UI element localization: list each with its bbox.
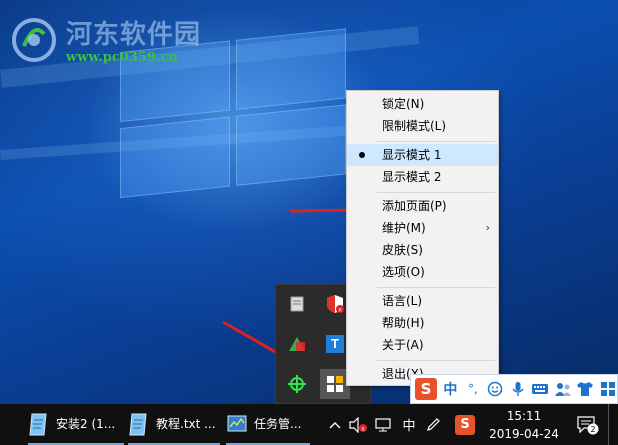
show-desktop-divider (608, 404, 609, 445)
microphone-icon[interactable] (509, 379, 527, 399)
grid-icon[interactable] (599, 379, 617, 399)
menu-item-label: 显示模式 1 (382, 148, 442, 162)
taskbar-app-notepad-install[interactable]: 安装2 (1... (28, 404, 124, 445)
task-label: 任务管... (254, 417, 302, 431)
submenu-arrow-icon: › (485, 221, 490, 234)
menu-item-display-mode-1[interactable]: 显示模式 1 (347, 144, 498, 166)
smiley-icon[interactable] (486, 379, 504, 399)
menu-item-label: 维护(M) (382, 221, 426, 235)
ime-punctuation-toggle[interactable]: °, (464, 379, 482, 399)
menu-item-label: 添加页面(P) (382, 199, 447, 213)
clock-time: 15:11 (506, 409, 542, 423)
notepad-icon (129, 413, 147, 435)
menu-item-restricted-mode[interactable]: 限制模式(L) (347, 115, 498, 137)
keyboard-icon[interactable] (531, 379, 549, 399)
show-hidden-icons-chevron-icon[interactable] (326, 404, 344, 445)
menu-item-label: 语言(L) (382, 294, 423, 308)
menu-item-label: 选项(O) (382, 265, 425, 279)
menu-item-language[interactable]: 语言(L) (347, 290, 498, 312)
app-square-icon[interactable] (282, 289, 312, 319)
notepad-icon (29, 413, 47, 435)
sogou-tray-icon[interactable]: S (452, 404, 478, 445)
taskbar-app-task-manager[interactable]: 任务管... (226, 404, 310, 445)
svg-text:x: x (361, 425, 365, 432)
svg-text:x: x (338, 307, 342, 314)
ime-status-bar: S 中 °, (410, 374, 618, 404)
action-center-icon[interactable]: 2 (574, 404, 602, 445)
radio-bullet-icon (359, 152, 365, 158)
menu-item-label: 帮助(H) (382, 316, 425, 330)
ime-language-indicator[interactable]: 中 (398, 404, 420, 445)
sogou-logo-icon[interactable]: S (415, 378, 438, 400)
menu-item-label: 锁定(N) (382, 97, 425, 111)
ime-mode-toggle[interactable]: 中 (441, 379, 459, 399)
green-triangle-icon[interactable] (282, 329, 312, 359)
pen-icon[interactable] (422, 404, 444, 445)
task-manager-icon (227, 415, 247, 431)
menu-item-lock[interactable]: 锁定(N) (347, 93, 498, 115)
clock-date: 2019-04-24 (489, 427, 559, 441)
tray-context-menu: 锁定(N) 限制模式(L) 显示模式 1 显示模式 2 添加页面(P) 维护(M… (346, 90, 499, 386)
taskbar: 安装2 (1... 教程.txt ... 任务管... x 中 S 15:11 … (0, 404, 618, 445)
system-clock[interactable]: 15:11 2019-04-24 (488, 408, 560, 444)
taskbar-app-notepad-tutorial[interactable]: 教程.txt ... (128, 404, 220, 445)
users-icon[interactable] (554, 379, 572, 399)
crosshair-icon[interactable] (282, 369, 312, 399)
menu-item-help[interactable]: 帮助(H) (347, 312, 498, 334)
menu-separator (377, 360, 495, 361)
menu-item-display-mode-2[interactable]: 显示模式 2 (347, 166, 498, 188)
watermark-logo-icon (12, 18, 56, 62)
menu-separator (377, 287, 495, 288)
menu-item-maintenance[interactable]: 维护(M) › (347, 217, 498, 239)
menu-item-add-page[interactable]: 添加页面(P) (347, 195, 498, 217)
menu-item-skin[interactable]: 皮肤(S) (347, 239, 498, 261)
watermark-url: www.pc0359.cn (66, 50, 178, 65)
menu-separator (377, 141, 495, 142)
menu-separator (377, 192, 495, 193)
task-label: 教程.txt ... (156, 417, 216, 431)
menu-item-label: 皮肤(S) (382, 243, 423, 257)
show-desktop-button[interactable] (610, 404, 618, 445)
menu-item-label: 显示模式 2 (382, 170, 442, 184)
menu-item-label: 限制模式(L) (382, 119, 447, 133)
shirt-icon[interactable] (576, 379, 594, 399)
menu-item-label: 关于(A) (382, 338, 424, 352)
watermark: 河东软件园 www.pc0359.cn (6, 10, 216, 68)
volume-muted-icon[interactable]: x (346, 404, 370, 445)
watermark-title: 河东软件园 (66, 20, 202, 50)
task-label: 安装2 (1... (56, 417, 116, 431)
notification-count: 2 (590, 425, 595, 434)
menu-item-options[interactable]: 选项(O) (347, 261, 498, 283)
network-icon[interactable] (372, 404, 394, 445)
menu-item-about[interactable]: 关于(A) (347, 334, 498, 356)
